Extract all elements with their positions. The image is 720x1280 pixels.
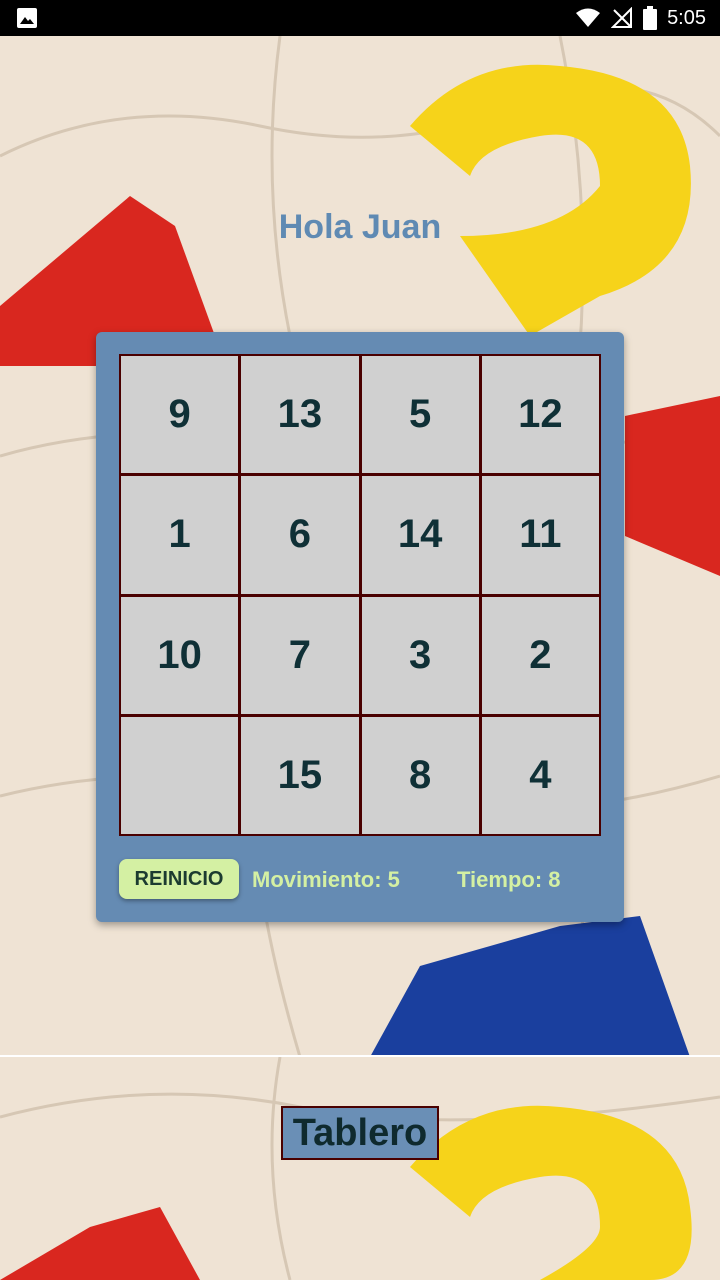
puzzle-tile[interactable]: 2 bbox=[481, 596, 599, 714]
puzzle-empty-tile[interactable] bbox=[121, 716, 239, 834]
status-bar: 5:05 bbox=[0, 0, 720, 36]
moves-counter: Movimiento: 5 bbox=[252, 867, 400, 892]
puzzle-tile[interactable]: 5 bbox=[361, 356, 479, 474]
image-notification-icon bbox=[17, 8, 37, 28]
game-controls: REINICIO Movimiento: 5 Tiempo: 8 bbox=[119, 859, 601, 899]
puzzle-tile[interactable]: 8 bbox=[361, 716, 479, 834]
no-signal-icon bbox=[611, 7, 633, 28]
puzzle-tile[interactable]: 1 bbox=[121, 476, 239, 594]
game-card: 9 13 5 12 1 6 14 11 10 7 3 2 15 8 4 REINICIO Movimient… bbox=[96, 332, 624, 922]
puzzle-tile[interactable]: 7 bbox=[241, 596, 359, 714]
puzzle-tile[interactable]: 14 bbox=[361, 476, 479, 594]
puzzle-background-art-bottom bbox=[0, 1057, 720, 1280]
board-tab-label[interactable]: Tablero bbox=[281, 1106, 439, 1160]
status-icons: 5:05 bbox=[575, 0, 706, 36]
puzzle-tile[interactable]: 12 bbox=[481, 356, 599, 474]
puzzle-tile[interactable]: 11 bbox=[481, 476, 599, 594]
time-counter: Tiempo: 8 bbox=[457, 867, 561, 892]
puzzle-tile[interactable]: 3 bbox=[361, 596, 479, 714]
battery-icon bbox=[643, 6, 658, 30]
puzzle-tile[interactable]: 9 bbox=[121, 356, 239, 474]
reset-button[interactable]: REINICIO bbox=[119, 859, 239, 899]
puzzle-tile[interactable]: 13 bbox=[241, 356, 359, 474]
puzzle-background-image-bottom bbox=[0, 1057, 720, 1280]
puzzle-tile[interactable]: 6 bbox=[241, 476, 359, 594]
puzzle-tile[interactable]: 10 bbox=[121, 596, 239, 714]
greeting-title: Hola Juan bbox=[278, 208, 442, 246]
puzzle-tile[interactable]: 15 bbox=[241, 716, 359, 834]
puzzle-tile[interactable]: 4 bbox=[481, 716, 599, 834]
puzzle-board: 9 13 5 12 1 6 14 11 10 7 3 2 15 8 4 bbox=[119, 354, 601, 836]
status-time: 5:05 bbox=[667, 6, 706, 29]
wifi-icon bbox=[576, 8, 601, 27]
